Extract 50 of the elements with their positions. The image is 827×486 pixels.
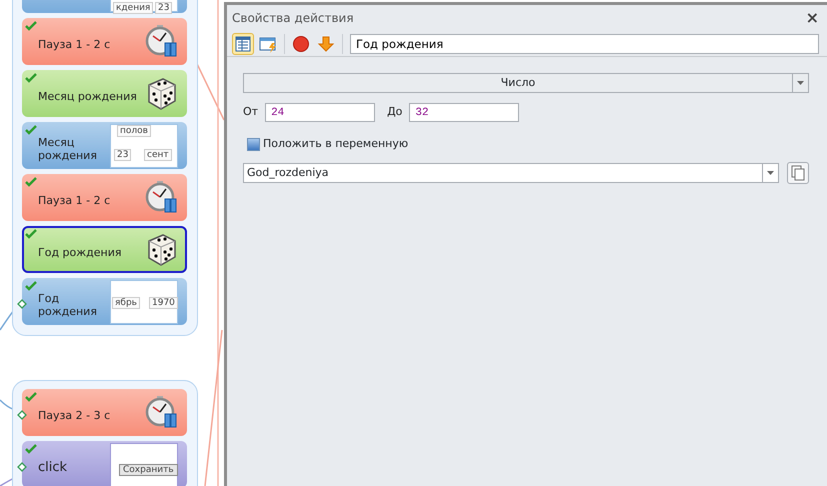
- from-label: От: [243, 104, 258, 120]
- copy-button[interactable]: [787, 162, 809, 184]
- type-dropdown[interactable]: Число: [243, 73, 809, 93]
- close-button[interactable]: ×: [804, 10, 821, 26]
- stopwatch-icon: [143, 23, 179, 59]
- thumbnail-text: сент: [144, 149, 172, 162]
- to-label: До: [387, 104, 402, 120]
- block-label: Пауза 1 - 2 с: [38, 195, 110, 208]
- block-label: Год рождения: [38, 292, 98, 318]
- copy-icon: [791, 164, 805, 180]
- action-block[interactable]: Месяц рождения: [22, 70, 187, 117]
- action-block[interactable]: Месяц рождения полов 23 сент: [22, 122, 187, 169]
- stop-icon: [292, 34, 310, 52]
- toolbar-button[interactable]: [232, 32, 254, 54]
- block-label: Месяц рождения: [38, 136, 98, 162]
- block-label: click: [38, 461, 68, 476]
- thumbnail-text: 23: [114, 149, 132, 162]
- dialog-title: Свойства действия: [232, 10, 354, 27]
- thumbnail-text: 23: [155, 2, 172, 14]
- block-label: Пауза 2 - 3 с: [38, 410, 110, 423]
- thumbnail-button: Сохранить: [119, 464, 178, 476]
- checkbox-label: Положить в переменную: [263, 136, 408, 152]
- block-label: Год рождения: [38, 247, 122, 260]
- thumbnail-text: ябрь: [112, 297, 140, 310]
- combobox-value: God_rozdeniya: [246, 164, 330, 181]
- thumbnail-text: полов: [117, 125, 151, 138]
- dropdown-value: Число: [500, 75, 536, 91]
- table-icon: [234, 34, 252, 52]
- action-block[interactable]: Пауза 1 - 2 с: [22, 18, 187, 65]
- stopwatch-icon: [143, 394, 179, 430]
- variable-combobox[interactable]: God_rozdeniya: [243, 162, 779, 182]
- action-block[interactable]: кдения 23: [22, 0, 187, 13]
- to-field[interactable]: 32: [409, 103, 520, 122]
- caret-icon: [796, 80, 805, 86]
- action-block[interactable]: Год рождения ябрь 1970: [22, 278, 187, 325]
- block-label: Месяц рождения: [38, 91, 137, 104]
- checkbox[interactable]: [247, 138, 260, 151]
- thumbnail-text: кдения: [113, 2, 154, 14]
- stopwatch-icon: [143, 179, 179, 215]
- name-field[interactable]: Год рождения: [350, 34, 819, 54]
- action-block[interactable]: Год рождения: [22, 226, 187, 273]
- action-block[interactable]: Пауза 2 - 3 с: [22, 389, 187, 436]
- down-arrow-icon: [317, 34, 335, 52]
- block-label: Пауза 1 - 2 с: [38, 39, 110, 52]
- thumbnail-text: 1970: [149, 297, 178, 310]
- from-field[interactable]: 24: [265, 103, 376, 122]
- action-block[interactable]: click Сохранить: [22, 441, 187, 486]
- caret-icon: [766, 170, 775, 176]
- action-block[interactable]: Пауза 1 - 2 с: [22, 174, 187, 221]
- window-lightning-icon: [259, 34, 277, 52]
